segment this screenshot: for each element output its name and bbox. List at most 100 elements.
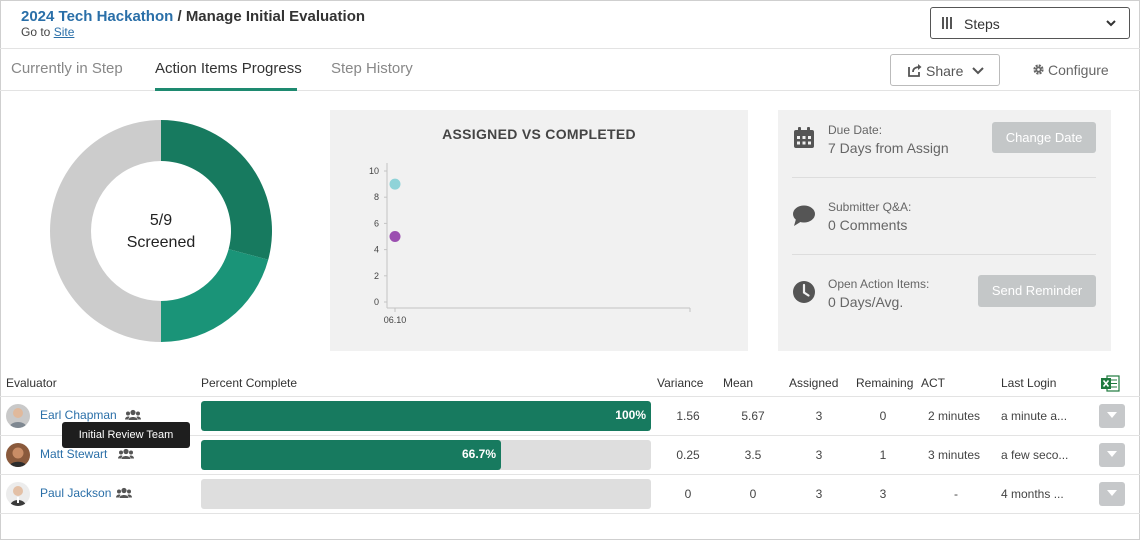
configure-button[interactable]: Configure — [1032, 62, 1109, 78]
percent-complete-fill — [201, 401, 651, 431]
row-actions-dropdown[interactable] — [1099, 482, 1125, 506]
scatter-chart: 0 2 4 6 8 10 06.10 — [369, 163, 691, 325]
last-login-cell: a few seco... — [1001, 448, 1069, 462]
divider — [792, 254, 1096, 255]
send-reminder-button[interactable]: Send Reminder — [978, 275, 1096, 307]
percent-complete-fill — [201, 440, 501, 470]
mean-cell: 5.67 — [741, 409, 765, 423]
col-act[interactable]: ACT — [921, 376, 945, 390]
y-tick-label: 4 — [374, 245, 379, 255]
row-divider — [0, 513, 1140, 514]
page-header: 2024 Tech Hackathon / Manage Initial Eva… — [0, 0, 1140, 49]
caret-down-icon — [1107, 490, 1117, 496]
goto-prefix: Go to — [21, 25, 54, 39]
col-mean[interactable]: Mean — [723, 376, 753, 390]
y-tick-label: 0 — [374, 297, 379, 307]
configure-label: Configure — [1048, 62, 1109, 78]
calendar-icon — [794, 127, 814, 148]
col-remaining[interactable]: Remaining — [856, 376, 913, 390]
due-date-value: 7 Days from Assign — [828, 140, 949, 156]
assigned-cell: 3 — [815, 487, 823, 501]
change-date-button[interactable]: Change Date — [992, 122, 1096, 153]
goto-site-link[interactable]: Site — [54, 25, 75, 39]
active-tab-indicator — [155, 88, 297, 91]
share-button[interactable]: Share — [890, 54, 1000, 86]
page-title: Manage Initial Evaluation — [185, 8, 366, 25]
step-info-panel: Due Date: 7 Days from Assign Change Date… — [778, 110, 1111, 351]
divider — [792, 177, 1096, 178]
act-cell: - — [954, 487, 958, 501]
percent-complete-label: 100% — [615, 408, 646, 422]
percent-complete-bar: 66.7% — [201, 440, 651, 470]
variance-cell: 1.56 — [676, 409, 700, 423]
columns-icon — [942, 17, 954, 29]
goto-line: Go to Site — [21, 25, 74, 39]
share-label: Share — [926, 63, 964, 79]
avatar — [6, 443, 30, 467]
remaining-cell: 3 — [879, 487, 887, 501]
steps-dropdown[interactable]: Steps — [930, 7, 1130, 39]
tab-currently-in-step[interactable]: Currently in Step — [11, 60, 123, 77]
x-tick-label: 06.10 — [384, 315, 407, 325]
steps-label: Steps — [964, 16, 1000, 32]
assigned-vs-completed-panel: ASSIGNED VS COMPLETED 0 2 4 6 8 10 06.10 — [330, 110, 748, 351]
open-action-items-label: Open Action Items: — [828, 277, 930, 291]
donut-ratio: 5/9 — [149, 212, 173, 229]
avatar — [6, 404, 30, 428]
evaluator-name-link[interactable]: Earl Chapman — [40, 408, 117, 422]
tab-action-items-progress[interactable]: Action Items Progress — [155, 60, 302, 77]
y-tick-label: 8 — [374, 192, 379, 202]
percent-complete-bar: 100% — [201, 401, 651, 431]
chevron-down-icon — [1106, 20, 1116, 27]
submitter-qa-label: Submitter Q&A: — [828, 200, 912, 214]
assigned-cell: 3 — [815, 448, 823, 462]
event-link[interactable]: 2024 Tech Hackathon — [21, 8, 173, 25]
team-tooltip: Initial Review Team — [62, 422, 190, 448]
remaining-cell: 1 — [879, 448, 887, 462]
tab-step-history[interactable]: Step History — [331, 60, 413, 77]
data-point — [389, 178, 401, 190]
act-cell: 3 minutes — [928, 448, 981, 462]
donut-center-label: 5/9 Screened — [50, 210, 272, 254]
share-icon — [908, 64, 922, 77]
row-actions-dropdown[interactable] — [1099, 443, 1125, 467]
team-icon[interactable] — [125, 409, 141, 421]
caret-down-icon — [1107, 412, 1117, 418]
col-assigned[interactable]: Assigned — [789, 376, 838, 390]
donut-segment-1 — [161, 249, 269, 342]
last-login-cell: 4 months ... — [1001, 487, 1064, 501]
excel-export-icon[interactable] — [1101, 375, 1120, 392]
mean-cell: 0 — [749, 487, 757, 501]
open-action-items-value: 0 Days/Avg. — [828, 294, 904, 310]
act-cell: 2 minutes — [928, 409, 981, 423]
breadcrumb-separator: / — [173, 8, 186, 25]
clock-icon — [793, 281, 815, 303]
table-header-divider — [0, 396, 1140, 397]
col-percent-complete[interactable]: Percent Complete — [201, 376, 297, 390]
y-tick-label: 6 — [374, 218, 379, 228]
comment-icon — [793, 205, 815, 226]
assigned-cell: 3 — [815, 409, 823, 423]
remaining-cell: 0 — [879, 409, 887, 423]
donut-status: Screened — [126, 234, 196, 251]
col-variance[interactable]: Variance — [657, 376, 703, 390]
tab-bar: Currently in Step Action Items Progress … — [0, 49, 1140, 91]
evaluator-name-link[interactable]: Paul Jackson — [40, 486, 111, 500]
gear-icon — [1033, 64, 1044, 75]
y-tick-label: 10 — [369, 166, 379, 176]
team-icon[interactable] — [116, 487, 132, 499]
team-icon[interactable] — [118, 448, 134, 460]
last-login-cell: a minute a... — [1001, 409, 1068, 423]
row-actions-dropdown[interactable] — [1099, 404, 1125, 428]
row-divider — [0, 474, 1140, 475]
col-last-login[interactable]: Last Login — [1001, 376, 1056, 390]
variance-cell: 0.25 — [676, 448, 700, 462]
chevron-down-icon — [972, 67, 984, 75]
evaluator-name-link[interactable]: Matt Stewart — [40, 447, 107, 461]
caret-down-icon — [1107, 451, 1117, 457]
y-tick-label: 2 — [374, 271, 379, 281]
variance-cell: 0 — [684, 487, 692, 501]
submitter-qa-value: 0 Comments — [828, 217, 908, 233]
avatar — [6, 482, 30, 506]
col-evaluator[interactable]: Evaluator — [6, 376, 57, 390]
